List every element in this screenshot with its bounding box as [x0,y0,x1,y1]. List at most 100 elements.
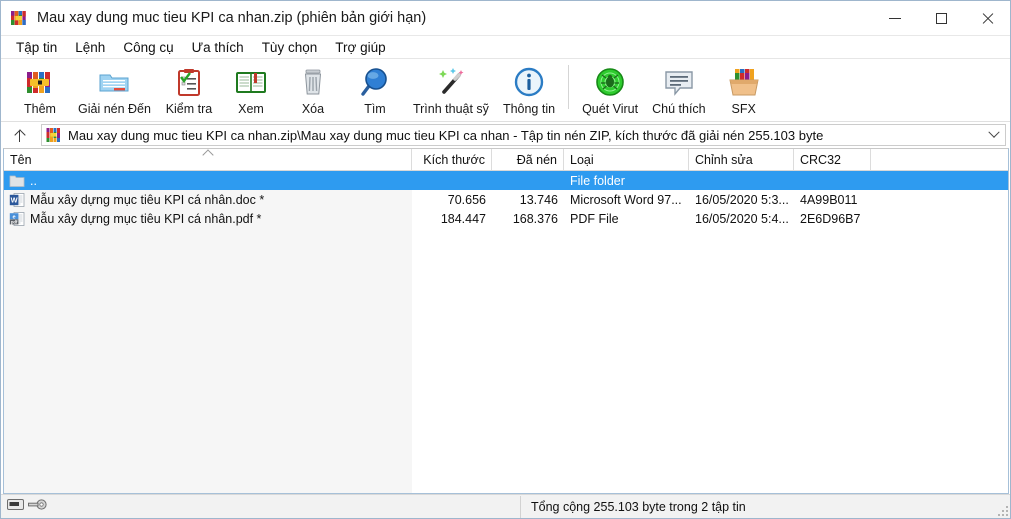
toolbar-view[interactable]: Xem [220,61,282,121]
menu-bar: Tập tin Lệnh Công cụ Ưa thích Tùy chọn T… [1,36,1010,58]
row-modified-cell [689,171,794,190]
row-name-label: Mẫu xây dựng mục tiêu KPI cá nhân.pdf * [30,211,262,226]
toolbar-view-label: Xem [238,102,264,116]
address-combobox[interactable]: Mau xay dung muc tieu KPI ca nhan.zip\Ma… [41,124,1006,146]
row-name-cell: .. [4,171,412,190]
column-header-type[interactable]: Loại [564,149,689,170]
toolbar-virus-scan[interactable]: Quét Virut [575,61,645,121]
row-name-label: Mẫu xây dựng mục tiêu KPI cá nhân.doc * [30,192,265,207]
column-header-size-label: Kích thước [423,152,485,167]
toolbar-info-label: Thông tin [502,102,556,116]
menu-tools[interactable]: Công cụ [114,38,182,57]
toolbar-wizard-label: Trình thuật sỹ [412,102,489,116]
row-size-cell: 184.447 [440,211,486,226]
column-header-size[interactable]: Kích thước [412,149,492,170]
menu-options[interactable]: Tùy chọn [253,38,327,57]
address-bar: Mau xay dung muc tieu KPI ca nhan.zip\Ma… [1,122,1010,148]
up-one-level-button[interactable] [5,124,35,146]
table-row[interactable]: e pdf Mẫu xây dựng mục tiêu KPI cá nhân.… [4,209,1008,228]
status-bar: Tổng cộng 255.103 byte trong 2 tập tin [1,494,1010,518]
minimize-icon [889,17,901,19]
toolbar-extract-to-label: Giải nén Đến [78,102,151,116]
menu-help[interactable]: Trợ giúp [326,38,394,57]
toolbar-add-label: Thêm [24,102,56,116]
row-type-cell: Microsoft Word 97... [570,192,682,207]
wizard-wand-icon [434,65,468,99]
title-bar: Mau xay dung muc tieu KPI ca nhan.zip (p… [1,1,1010,36]
maximize-icon [935,12,947,24]
toolbar-test-label: Kiểm tra [165,102,213,116]
toolbar-extract-to[interactable]: Giải nén Đến [71,61,158,121]
row-size-cell [412,171,492,190]
comment-bubble-icon [662,65,696,99]
parent-folder-icon [9,173,25,189]
file-list-header: Tên Kích thước Đã nén Loại Chỉnh sửa CRC… [4,149,1008,171]
arrow-up-icon [15,129,26,142]
key-icon[interactable] [28,498,47,516]
chevron-down-icon [988,126,1000,138]
row-modified-cell: 16/05/2020 5:4... [695,211,789,226]
minimize-button[interactable] [872,1,918,36]
menu-commands[interactable]: Lệnh [66,38,114,57]
toolbar-sfx[interactable]: SFX [713,61,775,121]
column-header-modified[interactable]: Chỉnh sửa [689,149,794,170]
row-name-cell: e pdf Mẫu xây dựng mục tiêu KPI cá nhân.… [4,209,412,228]
winrar-books-icon [10,9,28,27]
window-title: Mau xay dung muc tieu KPI ca nhan.zip (p… [37,10,427,26]
pdf-document-icon: e pdf [9,211,25,227]
extract-to-folder-icon [97,65,131,99]
close-button[interactable] [964,1,1010,36]
row-crc32-cell: 2E6D96B7 [800,211,861,226]
toolbar-find-label: Tìm [364,102,386,116]
menu-file[interactable]: Tập tin [7,38,66,57]
toolbar-comment-label: Chú thích [652,102,706,116]
column-header-filler [871,149,1008,170]
toolbar-info[interactable]: Thông tin [496,61,562,121]
column-header-name-label: Tên [10,152,32,167]
status-icons [7,498,47,516]
row-packed-cell: 168.376 [512,211,558,226]
svg-text:W: W [11,195,18,204]
toolbar: Thêm Giải nén Đến Kiểm tra Xem Xóa Tìm T… [1,58,1010,122]
column-header-crc32-label: CRC32 [800,152,841,167]
column-header-type-label: Loại [570,152,594,167]
column-header-name[interactable]: Tên [4,149,412,170]
toolbar-sfx-label: SFX [731,102,756,116]
toolbar-separator [568,65,570,109]
row-type-cell: File folder [570,173,625,188]
toolbar-delete[interactable]: Xóa [282,61,344,121]
menu-favorites[interactable]: Ưa thích [183,38,253,57]
row-name-label: .. [30,173,37,188]
word-document-icon: W [9,192,25,208]
sfx-box-icon [727,65,761,99]
virus-scan-icon [593,65,627,99]
toolbar-test[interactable]: Kiểm tra [158,61,220,121]
delete-trash-icon [296,65,330,99]
svg-text:pdf: pdf [11,219,18,224]
file-list-rows: .. File folder W Mẫu xây dựng mục tiêu K… [4,171,1008,493]
table-row[interactable]: W Mẫu xây dựng mục tiêu KPI cá nhân.doc … [4,190,1008,209]
row-packed-cell [492,171,564,190]
file-list: Tên Kích thước Đã nén Loại Chỉnh sửa CRC… [3,148,1009,494]
maximize-button[interactable] [918,1,964,36]
row-size-cell: 70.656 [447,192,486,207]
column-header-crc32[interactable]: CRC32 [794,149,871,170]
row-crc32-cell [794,171,871,190]
status-left-pane [1,495,521,518]
toolbar-wizard[interactable]: Trình thuật sỹ [406,61,496,121]
toolbar-comment[interactable]: Chú thích [645,61,713,121]
address-dropdown-button[interactable] [985,125,1003,145]
toolbar-add[interactable]: Thêm [9,61,71,121]
window-controls [872,1,1010,36]
toolbar-virus-scan-label: Quét Virut [582,102,639,116]
row-name-cell: W Mẫu xây dựng mục tiêu KPI cá nhân.doc … [4,190,412,209]
view-book-icon [234,65,268,99]
drive-icon[interactable] [7,498,24,516]
table-row[interactable]: .. File folder [4,171,1008,190]
column-header-modified-label: Chỉnh sửa [695,152,753,167]
toolbar-find[interactable]: Tìm [344,61,406,121]
resize-grip[interactable] [996,504,1008,516]
find-magnifier-icon [358,65,392,99]
info-circle-icon [512,65,546,99]
column-header-packed[interactable]: Đã nén [492,149,564,170]
